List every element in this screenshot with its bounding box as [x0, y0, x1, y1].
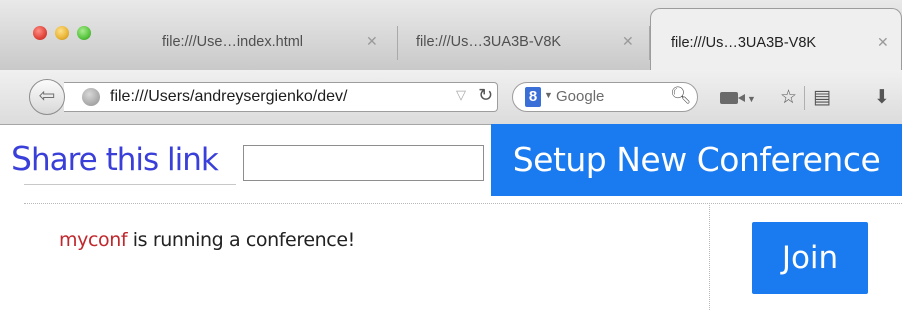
bookmarks-icon[interactable]: ▤ — [813, 88, 831, 108]
tab-2[interactable]: file:///Us…3UA3B-V8K ✕ — [398, 8, 650, 70]
back-button[interactable]: ⇦ — [29, 79, 65, 115]
tab-label: file:///Us…3UA3B-V8K — [671, 35, 817, 51]
tab-3-active[interactable]: file:///Us…3UA3B-V8K ✕ — [650, 8, 902, 70]
window-zoom-button[interactable] — [77, 26, 91, 40]
star-icon[interactable]: ☆ — [780, 88, 797, 108]
video-icon[interactable] — [720, 92, 745, 104]
vertical-divider — [709, 203, 710, 310]
search-placeholder[interactable]: Google — [556, 88, 604, 105]
setup-new-conference-button[interactable]: Setup New Conference — [491, 124, 902, 196]
tab-1[interactable]: file:///Use…index.html ✕ — [130, 8, 398, 70]
globe-icon — [82, 88, 100, 106]
window-close-button[interactable] — [33, 26, 47, 40]
tab-close-icon[interactable]: ✕ — [366, 33, 378, 50]
search-icon[interactable]: 🔍︎ — [670, 86, 692, 106]
toolbar-separator — [804, 86, 805, 110]
share-link-input[interactable] — [243, 145, 484, 181]
tab-label: file:///Us…3UA3B-V8K — [416, 34, 562, 50]
download-icon[interactable]: ⬇ — [874, 88, 890, 108]
share-label-underline — [24, 184, 236, 185]
navigation-toolbar: file:///Users/andreysergienko/dev/ ▽ ↻ ⇦… — [0, 70, 902, 125]
horizontal-divider — [24, 203, 902, 204]
chevron-down-icon[interactable]: ▼ — [544, 90, 553, 100]
conference-status-message: myconf is running a conference! — [59, 229, 355, 251]
back-arrow-icon: ⇦ — [38, 85, 56, 107]
tab-label: file:///Use…index.html — [162, 34, 304, 50]
window-minimize-button[interactable] — [55, 26, 69, 40]
tab-close-icon[interactable]: ✕ — [622, 33, 634, 50]
tab-close-icon[interactable]: ✕ — [877, 34, 889, 51]
reload-icon[interactable]: ↻ — [478, 85, 493, 106]
conference-name: myconf — [59, 229, 128, 251]
url-text[interactable]: file:///Users/andreysergienko/dev/ — [110, 88, 347, 106]
url-dropdown-icon[interactable]: ▽ — [456, 87, 466, 103]
join-button[interactable]: Join — [752, 222, 868, 294]
tab-bar: file:///Use…index.html ✕ file:///Us…3UA3… — [0, 0, 902, 70]
address-bar[interactable]: file:///Users/andreysergienko/dev/ ▽ ↻ — [64, 82, 498, 112]
google-icon[interactable]: 8 — [525, 87, 541, 107]
chevron-down-icon[interactable]: ▼ — [747, 94, 756, 104]
share-link-label: Share this link — [11, 139, 219, 178]
search-bar[interactable]: 8 ▼ Google 🔍︎ — [512, 82, 698, 112]
